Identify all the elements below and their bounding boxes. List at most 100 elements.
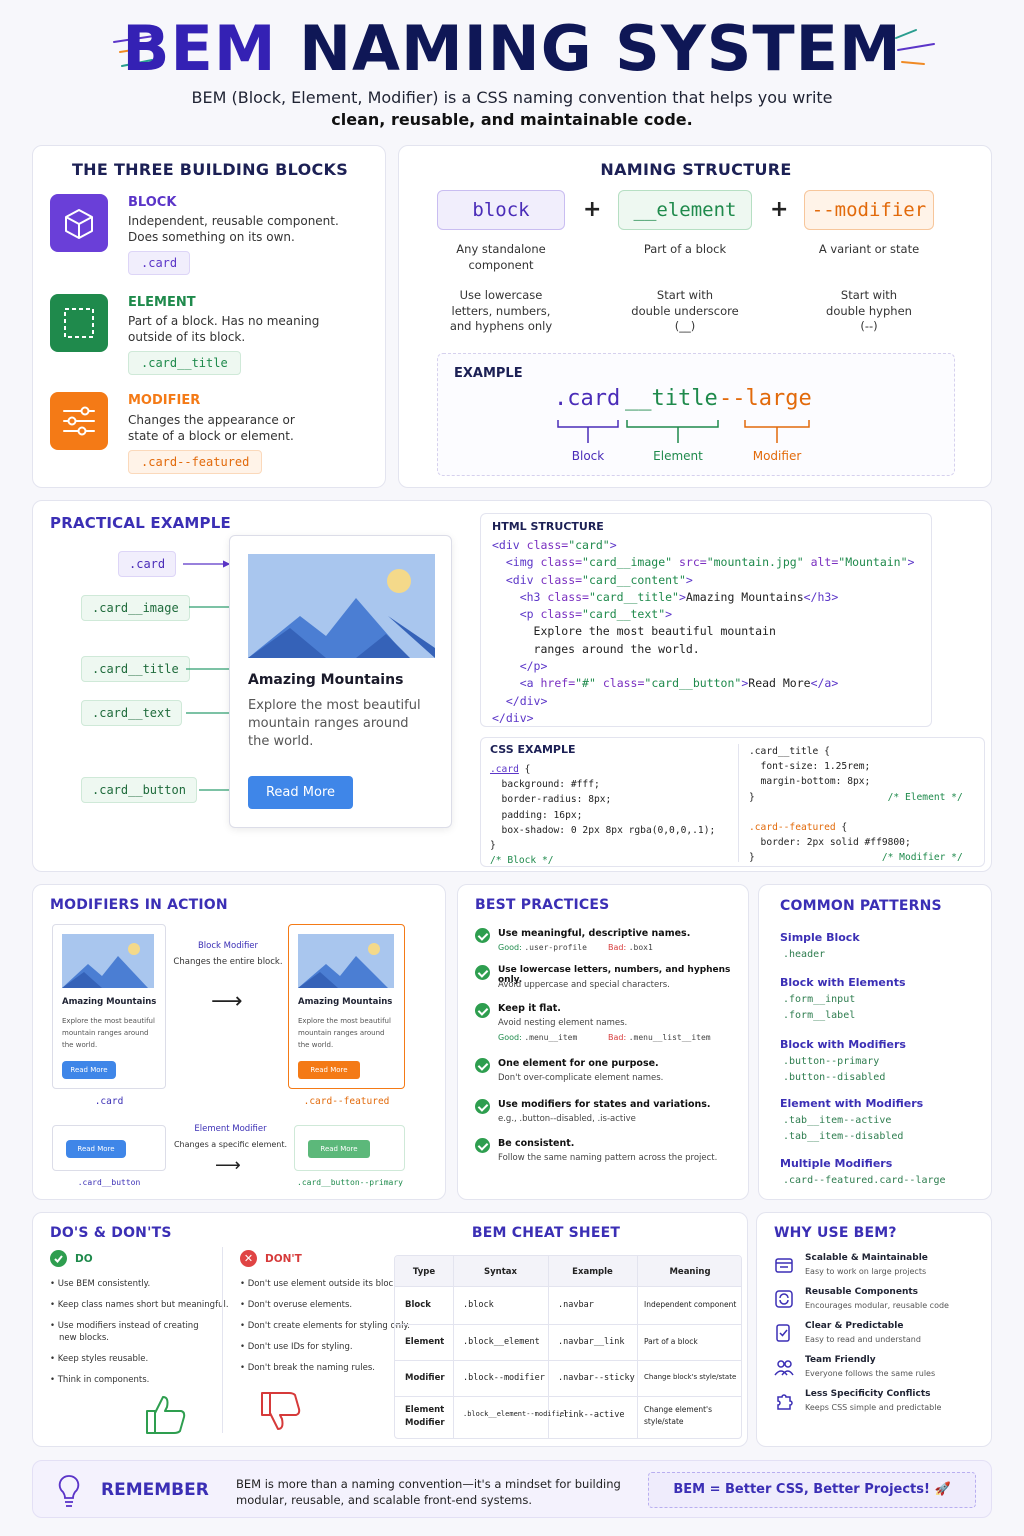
pattern-code: .button--primary [783,1056,880,1067]
td-type: Element Modifier [405,1405,445,1428]
pattern-code: .tab__item--disabled [783,1131,904,1142]
why-2-sub: Encourages modular, reusable code [805,1301,949,1310]
bp-1-good: Good: .user-profile [498,943,587,952]
block-modifier-title: Block Modifier [197,941,259,951]
element-syntax-box: __element [618,190,752,230]
remember-text-1: BEM is more than a naming convention—it'… [236,1477,621,1491]
dos-divider [222,1247,223,1433]
modifier-rule-2: double hyphen [826,304,912,318]
td-meaning: Independent component [644,1300,737,1309]
mini-card-featured: Amazing Mountains Explore the most beaut… [288,924,405,1089]
bp-6-sub: Follow the same naming pattern across th… [498,1153,718,1163]
modifier-desc-2: state of a block or element. [128,429,294,443]
modifier-rule-3: (--) [860,319,878,333]
mountain-image [248,554,435,658]
remember-badge: BEM = Better CSS, Better Projects! 🚀 [648,1472,976,1508]
element-desc: Part of a block [643,242,727,256]
label-card-default: .card [94,1096,124,1107]
td-meaning: Change element's style/state [644,1405,712,1426]
do-item: • Keep class names short but meaningful. [50,1300,229,1310]
pattern-code: .button--disabled [783,1072,886,1083]
why-title: WHY USE BEM? [774,1225,897,1241]
check-icon [475,1099,490,1114]
element-rule-3: (__) [674,319,696,333]
why-3-title: Clear & Predictable [805,1321,904,1331]
mini-card-text: Explore the most beautiful mountain range… [62,1017,155,1049]
css-divider [738,744,739,862]
lightbulb-icon [58,1475,80,1507]
block-rule-3: and hyphens only [449,319,553,333]
dos-cheatsheet-panel: DO'S & DON'TS DO • Use BEM consistently.… [32,1212,748,1447]
demo-card-title: Amazing Mountains [248,672,404,688]
do-check-icon [50,1250,67,1267]
bp-6-title: Be consistent. [498,1138,575,1149]
dont-item: • Don't use element outside its block. [240,1279,401,1289]
mini-card-default: Amazing Mountains Explore the most beaut… [52,924,166,1089]
td-example: .link--active [558,1410,625,1420]
block-rule-1: Use lowercase [459,288,543,302]
title-bem: BEM [122,12,277,85]
td-syntax: .block__element [463,1337,540,1347]
label-card-button: .card__button [77,1178,141,1187]
mini-default-button[interactable]: Read More [66,1140,126,1158]
check-icon [475,1003,490,1018]
pattern-code: .form__input [783,994,856,1005]
td-type: Modifier [405,1373,445,1383]
th-example: Example [572,1267,613,1277]
sliders-icon [50,392,108,450]
pattern-block-elements: Block with Elements [780,976,906,989]
do-item: • Keep styles reusable. [50,1354,149,1364]
th-syntax: Syntax [484,1267,517,1277]
example-box: EXAMPLE .card __title --large Block Elem… [437,353,955,476]
common-patterns-title: COMMON PATTERNS [780,898,942,914]
pattern-code: .tab__item--active [783,1115,892,1126]
do-label: DO [75,1253,93,1265]
arrow-right-icon: ⟶ [211,989,243,1014]
featured-card-button[interactable]: Read More [298,1061,360,1079]
modifiers-title: MODIFIERS IN ACTION [50,897,228,913]
bp-3-sub: Avoid nesting element names. [498,1018,628,1028]
pattern-element-modifiers: Element with Modifiers [780,1097,924,1110]
dos-donts-title: DO'S & DON'TS [50,1225,172,1241]
demo-card-text-3: the world. [248,734,314,749]
bp-4-title: One element for one purpose. [498,1058,659,1069]
label-block: Block [571,449,605,463]
label-element: Element [653,449,703,463]
bp-3-good: Good: .menu__item [498,1033,578,1042]
modifier-name: MODIFIER [128,393,201,408]
modifier-syntax-box: --modifier [804,190,934,230]
why-2-title: Reusable Components [805,1287,919,1297]
block-syntax-box: block [437,190,565,230]
building-blocks-panel: THE THREE BUILDING BLOCKS BLOCK Independ… [32,145,386,488]
css-code-left: .card { background: #fff; border-radius:… [490,764,716,867]
mini-card-button[interactable]: Read More [62,1061,116,1079]
mini-primary-button[interactable]: Read More [308,1140,370,1158]
modifier-desc: A variant or state [818,242,920,256]
bp-5-sub: e.g., .button--disabled, .is-active [498,1114,636,1124]
plus-sign-1: + [583,197,602,222]
common-patterns-panel: COMMON PATTERNS Simple Block .header Blo… [758,884,992,1200]
label-card-button-primary: .card__button--primary [297,1178,403,1187]
why-5-sub: Keeps CSS simple and predictable [805,1403,942,1412]
td-meaning: Part of a block [644,1337,698,1346]
element-desc-1: Part of a block. Has no meaning [128,314,320,328]
td-type: Block [405,1300,431,1310]
why-5-title: Less Specificity Conflicts [805,1389,931,1399]
demo-read-more-button[interactable]: Read More [248,776,353,809]
featured-card-title: Amazing Mountains [298,997,393,1007]
do-item: • Think in components. [50,1375,150,1385]
pattern-multiple-modifiers: Multiple Modifiers [780,1157,893,1170]
pattern-code: .card--featured.card--large [783,1175,946,1186]
building-blocks-title: THE THREE BUILDING BLOCKS [71,160,349,179]
bp-3-bad: Bad: .menu__list__item [608,1033,711,1042]
bp-1-bad: Bad: .box1 [608,943,653,952]
bp-5-title: Use modifiers for states and variations. [498,1099,711,1110]
why-3-sub: Easy to read and understand [805,1335,921,1344]
dont-item: • Don't use IDs for styling. [240,1342,353,1352]
bp-2-sub: Avoid uppercase and special characters. [498,980,670,990]
bp-3-title: Keep it flat. [498,1003,561,1014]
dont-item: • Don't overuse elements. [240,1300,353,1310]
document-check-icon [776,1324,790,1342]
demo-card-text-1: Explore the most beautiful [248,698,421,713]
td-example: .navbar [558,1300,594,1310]
